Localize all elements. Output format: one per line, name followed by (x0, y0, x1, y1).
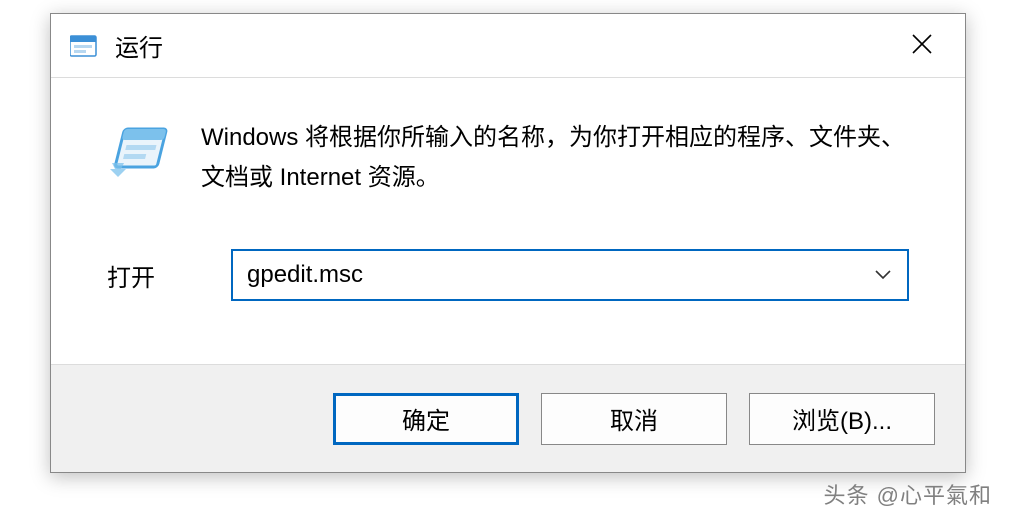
dialog-footer: 确定 取消 浏览(B)... (51, 364, 965, 472)
open-input[interactable] (233, 251, 859, 299)
open-label: 打开 (107, 258, 231, 293)
dialog-title: 运行 (115, 28, 163, 63)
browse-button[interactable]: 浏览(B)... (749, 393, 935, 445)
cancel-button[interactable]: 取消 (541, 393, 727, 445)
close-button[interactable] (885, 14, 959, 74)
dropdown-button[interactable] (859, 251, 907, 299)
open-combobox[interactable] (231, 249, 909, 301)
app-icon (69, 30, 101, 62)
description-text: Windows 将根据你所输入的名称，为你打开相应的程序、文件夹、文档或 Int… (201, 116, 909, 197)
dialog-body: Windows 将根据你所输入的名称，为你打开相应的程序、文件夹、文档或 Int… (51, 78, 965, 364)
run-icon (107, 120, 171, 184)
run-dialog: 运行 Windows 将根据你所输入的名称，为 (50, 13, 966, 473)
watermark: 头条 @心平氣和 (824, 478, 992, 510)
titlebar: 运行 (51, 14, 965, 78)
open-field-row: 打开 (107, 249, 909, 301)
chevron-down-icon (874, 269, 892, 281)
ok-button[interactable]: 确定 (333, 393, 519, 445)
close-icon (911, 33, 933, 55)
description-row: Windows 将根据你所输入的名称，为你打开相应的程序、文件夹、文档或 Int… (107, 116, 909, 197)
